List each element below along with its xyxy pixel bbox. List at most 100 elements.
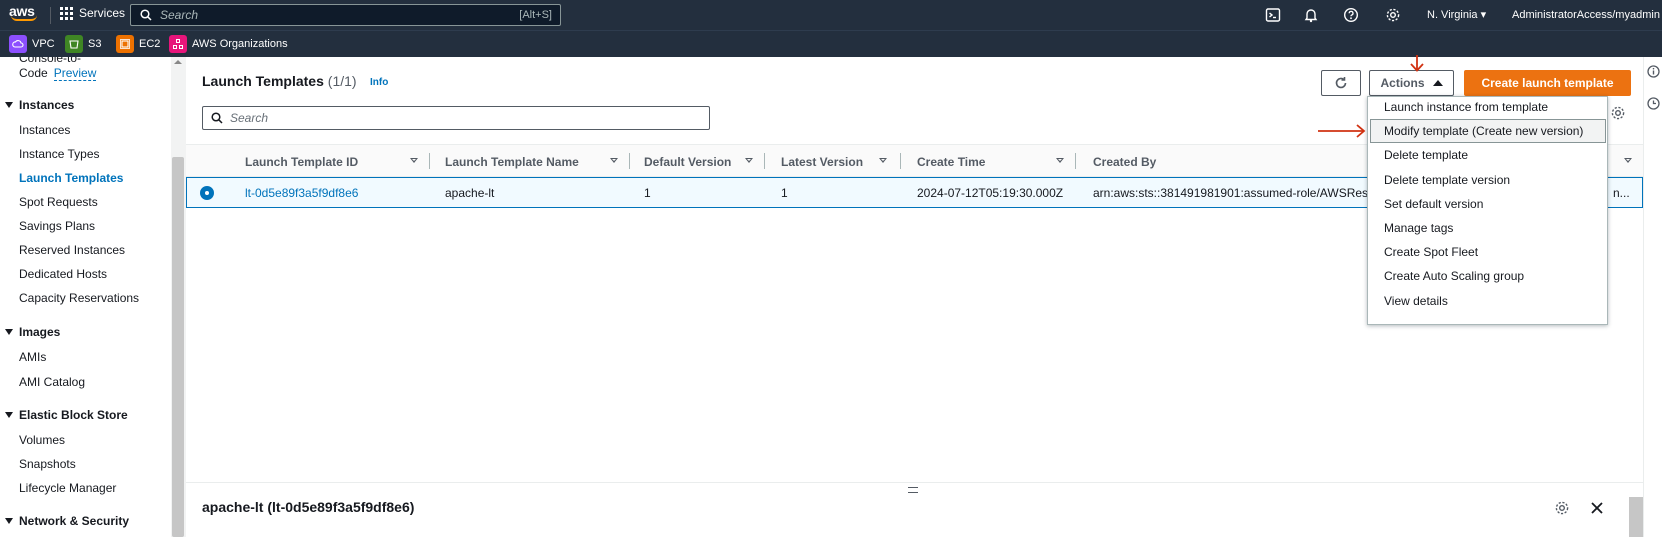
menu-item-launch-instance[interactable]: Launch instance from template xyxy=(1384,100,1548,114)
split-panel-title: apache-lt (lt-0d5e89f3a5f9df8e6) xyxy=(202,499,415,515)
row-select-radio[interactable] xyxy=(200,186,214,200)
caret-down-icon xyxy=(5,518,13,524)
help-icon[interactable] xyxy=(1343,7,1359,23)
sort-icon[interactable] xyxy=(879,158,887,163)
cell-template-name: apache-lt xyxy=(445,186,495,200)
top-navigation: aws Services Search [Alt+S] N. Virginia … xyxy=(0,0,1662,30)
menu-item-manage-tags[interactable]: Manage tags xyxy=(1384,221,1453,235)
table-settings-icon[interactable] xyxy=(1610,105,1626,121)
split-panel-scrollbar[interactable] xyxy=(1629,497,1643,537)
annotation-arrow-down-icon xyxy=(1410,55,1424,72)
sidebar-item-ami-catalog[interactable]: AMI Catalog xyxy=(19,375,85,389)
favorite-vpc[interactable]: VPC xyxy=(9,35,55,53)
sidebar-item-lifecycle-manager[interactable]: Lifecycle Manager xyxy=(19,481,116,495)
sort-icon[interactable] xyxy=(1624,158,1632,163)
caret-down-icon xyxy=(5,102,13,108)
create-launch-template-button[interactable]: Create launch template xyxy=(1464,70,1631,96)
menu-item-delete-template-version[interactable]: Delete template version xyxy=(1384,173,1510,187)
sort-icon[interactable] xyxy=(745,158,753,163)
sort-icon[interactable] xyxy=(610,158,618,163)
search-shortcut: [Alt+S] xyxy=(519,9,552,21)
cell-template-id[interactable]: lt-0d5e89f3a5f9df8e6 xyxy=(245,186,358,200)
favorite-ec2[interactable]: EC2 xyxy=(116,35,160,53)
close-icon[interactable] xyxy=(1589,500,1605,516)
services-label: Services xyxy=(79,6,126,20)
favorite-s3[interactable]: S3 xyxy=(65,35,101,53)
sidebar-section-elastic-block-store[interactable]: Elastic Block Store xyxy=(5,408,128,422)
column-header-name[interactable]: Launch Template Name xyxy=(445,155,579,169)
info-link[interactable]: Info xyxy=(370,77,388,88)
chevron-down-icon: ▾ xyxy=(1480,9,1487,21)
bell-icon[interactable] xyxy=(1303,7,1319,23)
vpc-icon xyxy=(9,35,27,53)
sidebar-item-code[interactable]: Code Preview xyxy=(19,66,97,81)
column-divider[interactable] xyxy=(429,153,430,169)
account-menu[interactable]: AdministratorAccess/myadmin ▾ xyxy=(1512,8,1662,21)
sidebar-item-amis[interactable]: AMIs xyxy=(19,350,46,364)
resize-handle-icon[interactable] xyxy=(908,487,918,493)
column-divider[interactable] xyxy=(764,153,765,169)
sort-icon[interactable] xyxy=(1056,158,1064,163)
caret-down-icon xyxy=(5,412,13,418)
sidebar-item-capacity-reservations[interactable]: Capacity Reservations xyxy=(19,291,139,305)
favorites-bar: VPC S3 EC2 AWS Organizations xyxy=(0,30,1662,57)
sidebar-section-images[interactable]: Images xyxy=(5,325,60,339)
scroll-up-icon[interactable] xyxy=(174,60,182,64)
table-search-input[interactable]: Search xyxy=(202,106,710,130)
services-grid-icon xyxy=(60,6,73,20)
aws-logo[interactable]: aws xyxy=(9,4,43,26)
sidebar-item-volumes[interactable]: Volumes xyxy=(19,433,65,447)
sidebar-item-reserved-instances[interactable]: Reserved Instances xyxy=(19,243,125,257)
preview-badge[interactable]: Preview xyxy=(53,66,97,81)
menu-item-delete-template[interactable]: Delete template xyxy=(1384,148,1468,162)
sort-icon[interactable] xyxy=(410,158,418,163)
sidebar-section-network-security[interactable]: Network & Security xyxy=(5,514,129,528)
sidebar-item-spot-requests[interactable]: Spot Requests xyxy=(19,195,98,209)
favorite-label: EC2 xyxy=(139,38,161,50)
column-header-default-version[interactable]: Default Version xyxy=(644,155,731,169)
menu-item-create-auto-scaling-group[interactable]: Create Auto Scaling group xyxy=(1384,269,1524,283)
sidebar-section-label: Network & Security xyxy=(19,514,130,528)
cloudshell-icon[interactable] xyxy=(1265,7,1281,23)
search-icon xyxy=(140,9,152,21)
sidebar-item-snapshots[interactable]: Snapshots xyxy=(19,457,76,471)
menu-item-set-default-version[interactable]: Set default version xyxy=(1384,197,1483,211)
column-divider[interactable] xyxy=(629,153,630,169)
column-header-create-time[interactable]: Create Time xyxy=(917,155,985,169)
annotation-arrow-right-icon xyxy=(1318,124,1366,138)
sidebar-item-savings-plans[interactable]: Savings Plans xyxy=(19,219,95,233)
favorite-aws-organizations[interactable]: AWS Organizations xyxy=(169,35,288,53)
scrollbar-thumb[interactable] xyxy=(172,157,184,537)
item-count: (1/1) xyxy=(327,73,357,89)
sidebar-item-instance-types[interactable]: Instance Types xyxy=(19,147,100,161)
info-icon[interactable] xyxy=(1647,65,1660,78)
sidebar-item-console-to-code[interactable]: Console-to- xyxy=(19,57,81,65)
menu-item-modify-template[interactable]: Modify template (Create new version) xyxy=(1384,124,1583,138)
right-rail xyxy=(1643,57,1662,537)
column-divider[interactable] xyxy=(900,153,901,169)
favorite-label: AWS Organizations xyxy=(192,38,288,50)
services-menu-button[interactable]: Services xyxy=(60,6,125,20)
page-title: Launch Templates (1/1) xyxy=(202,73,357,89)
sidebar: Console-to- Code Preview Instances Instan… xyxy=(0,57,171,537)
column-header-latest-version[interactable]: Latest Version xyxy=(781,155,863,169)
column-header-id[interactable]: Launch Template ID xyxy=(245,155,358,169)
region-selector[interactable]: N. Virginia ▾ xyxy=(1427,8,1486,21)
column-divider[interactable] xyxy=(1075,153,1076,169)
refresh-button[interactable] xyxy=(1321,70,1361,96)
sidebar-item-dedicated-hosts[interactable]: Dedicated Hosts xyxy=(19,267,107,281)
actions-label: Actions xyxy=(1380,76,1425,90)
split-panel-settings-icon[interactable] xyxy=(1554,500,1570,516)
favorite-label: S3 xyxy=(88,38,102,50)
sidebar-scrollbar[interactable] xyxy=(171,57,185,537)
history-icon[interactable] xyxy=(1647,97,1660,110)
global-search-input[interactable]: Search [Alt+S] xyxy=(130,4,561,26)
menu-item-create-spot-fleet[interactable]: Create Spot Fleet xyxy=(1384,245,1478,259)
sidebar-section-instances[interactable]: Instances xyxy=(5,98,74,112)
menu-item-view-details[interactable]: View details xyxy=(1384,294,1448,308)
settings-icon[interactable] xyxy=(1385,7,1401,23)
column-header-created-by[interactable]: Created By xyxy=(1093,155,1156,169)
sidebar-item-launch-templates[interactable]: Launch Templates xyxy=(19,171,123,185)
actions-dropdown-button[interactable]: Actions xyxy=(1369,70,1454,96)
sidebar-item-instances[interactable]: Instances xyxy=(19,123,70,137)
